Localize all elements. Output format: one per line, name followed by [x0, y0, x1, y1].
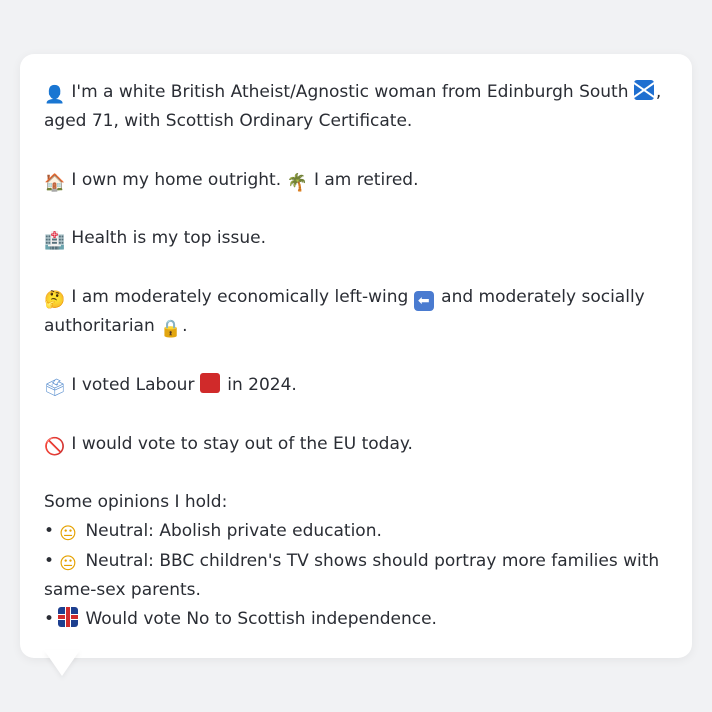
- uk-flag-icon: [58, 607, 79, 628]
- opinions-heading: Some opinions I hold:: [44, 492, 228, 513]
- bullet: •: [44, 521, 55, 542]
- politics-text-1: I am moderately economically left-wing: [71, 287, 409, 308]
- lock-icon: 🔒: [160, 319, 182, 340]
- speech-bubble-tail: [44, 650, 80, 676]
- no-entry-icon: 🚫: [44, 436, 66, 457]
- persona-message-card: 👤 I'm a white British Atheist/Agnostic w…: [20, 54, 692, 658]
- thinking-face-icon: 🤔: [44, 290, 66, 311]
- politics-text-2: and moderately socially: [441, 287, 645, 308]
- left-arrow-icon: ⬅: [413, 291, 434, 312]
- bust-silhouette-icon: 👤: [44, 85, 66, 105]
- opinion-item: • 😐 Neutral: Abolish private education.: [44, 517, 668, 546]
- retired-text: I am retired.: [313, 169, 419, 190]
- opinion-text: Neutral: BBC children's TV shows should …: [85, 550, 660, 571]
- opinion-text: Would vote No to Scottish independence.: [85, 609, 437, 630]
- scotland-flag-icon: [633, 80, 654, 100]
- neutral-face-icon: 😐: [59, 553, 77, 574]
- opinions-paragraph: Some opinions I hold: • 😐 Neutral: Abolis…: [44, 488, 668, 634]
- opinion-item: • 😐 Neutral: BBC children's TV shows shou…: [44, 547, 668, 576]
- bullet: •: [44, 550, 55, 571]
- health-text: Health is my top issue.: [71, 228, 266, 249]
- opinion-text-continued: same-sex parents.: [44, 580, 201, 601]
- home-text: I own my home outright.: [71, 169, 282, 190]
- health-paragraph: 🏥 Health is my top issue.: [44, 224, 668, 253]
- eu-paragraph: 🚫 I would vote to stay out of the EU tod…: [44, 430, 668, 459]
- neutral-face-icon: 😐: [59, 524, 77, 545]
- intro-comma: ,: [655, 82, 662, 102]
- red-square-icon: [199, 372, 220, 393]
- vote-paragraph: 🗳 I voted Labour in 2024.: [44, 371, 668, 400]
- intro-paragraph: 👤 I'm a white British Atheist/Agnostic w…: [44, 78, 668, 137]
- vote-text-1: I voted Labour: [71, 374, 195, 395]
- eu-text: I would vote to stay out of the EU today…: [71, 433, 413, 454]
- vote-text-2: in 2024.: [227, 374, 297, 395]
- opinion-text: Neutral: Abolish private education.: [85, 521, 382, 542]
- home-paragraph: 🏠 I own my home outright. 🌴 I am retired…: [44, 166, 668, 195]
- house-icon: 🏠: [44, 172, 66, 193]
- opinion-item: • Would vote No to Scottish independence…: [44, 605, 668, 634]
- bullet: •: [44, 609, 55, 630]
- intro-text: I'm a white British Atheist/Agnostic wom…: [71, 82, 629, 102]
- politics-paragraph: 🤔 I am moderately economically left-wing…: [44, 283, 668, 342]
- politics-text-3: authoritarian: [44, 316, 155, 337]
- palm-tree-icon: 🌴: [286, 172, 308, 193]
- politics-period: .: [182, 316, 188, 337]
- ballot-box-icon: 🗳: [44, 377, 66, 398]
- hospital-icon: 🏥: [44, 231, 66, 252]
- intro-line-2: aged 71, with Scottish Ordinary Certific…: [44, 111, 413, 132]
